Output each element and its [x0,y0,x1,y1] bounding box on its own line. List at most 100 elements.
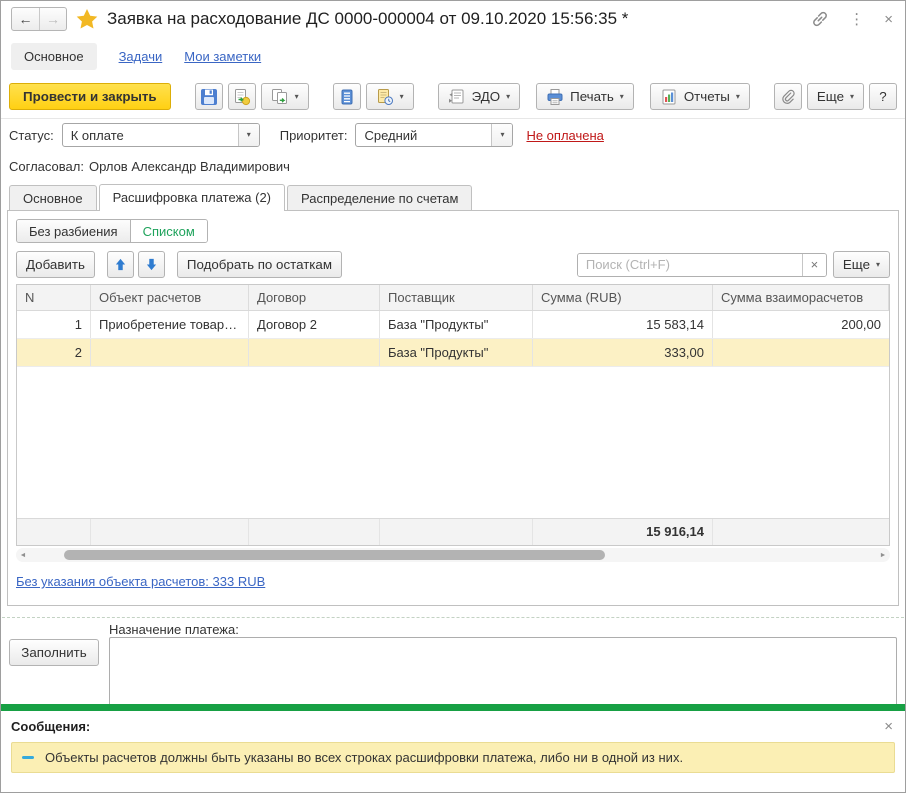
arrow-up-icon [114,258,127,271]
payment-purpose-input[interactable] [109,637,897,704]
move-down-button[interactable] [137,251,165,278]
messages-divider[interactable] [1,704,905,711]
table-row[interactable]: 1 Приобретение товаро... Договор 2 База … [17,311,889,339]
toolbar-more-button[interactable]: Еще ▾ [806,83,865,110]
priority-label: Приоритет: [279,127,348,143]
reports-label: Отчеты [683,89,730,104]
priority-value: Средний [364,127,418,143]
scrollbar-track[interactable] [30,550,876,560]
cell-sum: 15 583,14 [533,311,713,338]
chevron-down-icon: ▾ [619,91,624,101]
tab-accounts-distribution[interactable]: Распределение по счетам [287,185,473,210]
forward-icon: → [46,11,60,27]
nav-item-main[interactable]: Основное [11,42,97,70]
payment-purpose-label: Назначение платежа: [109,622,239,637]
fill-button[interactable]: Заполнить [9,639,99,666]
scroll-left-icon[interactable]: ◄ [16,552,30,559]
chevron-down-icon: ▾ [399,91,404,101]
page-title: Заявка на расходование ДС 0000-000004 от… [107,9,629,28]
message-item[interactable]: Объекты расчетов должны быть указаны во … [11,742,895,773]
reports-button[interactable]: Отчеты ▾ [649,83,750,110]
message-text: Объекты расчетов должны быть указаны во … [45,750,684,765]
chevron-down-icon: ▾ [875,259,880,269]
table-more-button[interactable]: Еще ▾ [832,251,890,278]
messages-close-icon[interactable]: × [884,719,893,734]
create-based-on-button[interactable]: ▾ [260,83,309,110]
status-dropdown-button[interactable]: ▾ [237,124,259,146]
col-header-supplier[interactable]: Поставщик [380,285,533,310]
col-header-n[interactable]: N [17,285,91,310]
link-icon[interactable] [811,10,829,28]
toggle-no-split[interactable]: Без разбиения [17,220,130,242]
move-up-button[interactable] [106,251,134,278]
cell-supplier: База "Продукты" [380,311,533,338]
total-sum: 15 916,14 [533,519,713,545]
cell-object: Приобретение товаро... [91,311,249,338]
add-row-button[interactable]: Добавить [16,251,95,278]
horizontal-scrollbar[interactable]: ◄ ► [16,548,890,562]
table-row-selected[interactable]: 2 База "Продукты" 333,00 [17,339,889,367]
col-header-mutual[interactable]: Сумма взаиморасчетов [713,285,889,310]
cell-contract [249,339,380,366]
col-header-contract[interactable]: Договор [249,285,380,310]
col-header-sum[interactable]: Сумма (RUB) [533,285,713,310]
table-more-label: Еще [842,257,870,272]
paperclip-icon [780,89,796,105]
chevron-down-icon: ▾ [506,91,511,101]
back-button[interactable]: ← [12,8,39,30]
edo-button[interactable]: ЭДО ▾ [437,83,521,110]
not-paid-link[interactable]: Не оплачена [526,128,603,143]
cell-object [91,339,249,366]
col-header-object[interactable]: Объект расчетов [91,285,249,310]
status-row: Статус: К оплате ▾ Приоритет: Средний ▾ … [1,119,905,151]
edo-icon [448,88,466,106]
more-menu-icon[interactable]: ⋮ [849,12,864,27]
status-select[interactable]: К оплате ▾ [61,123,260,147]
save-button[interactable] [194,83,223,110]
chevron-down-icon: ▾ [246,130,251,139]
search-clear-button[interactable]: × [801,253,826,276]
post-and-close-button[interactable]: Провести и закрыть [9,83,171,110]
scroll-right-icon[interactable]: ► [876,552,890,559]
back-icon: ← [18,11,33,27]
document-window: ← → Заявка на расходование ДС 0000-00000… [0,0,906,793]
dash-icon [22,756,34,759]
print-button[interactable]: Печать ▾ [536,83,634,110]
scrollbar-thumb[interactable] [63,550,606,560]
pick-by-balance-button[interactable]: Подобрать по остаткам [176,251,342,278]
table-toolbar: Добавить Подобрать по остаткам × Еще ▾ [16,251,890,278]
forward-button[interactable]: → [39,8,66,30]
priority-dropdown-button[interactable]: ▾ [491,124,513,146]
create-based-on-icon [271,88,289,106]
more-label: Еще [816,89,845,104]
attachments-button[interactable] [773,83,802,110]
cell-sum: 333,00 [533,339,713,366]
toggle-list[interactable]: Списком [129,220,207,242]
nav-item-notes[interactable]: Мои заметки [184,49,261,64]
cell-n: 2 [17,339,91,366]
section-splitter[interactable] [2,606,904,618]
no-object-link[interactable]: Без указания объекта расчетов: 333 RUB [16,574,265,589]
priority-select[interactable]: Средний ▾ [355,123,514,147]
document-history-button[interactable]: ▾ [365,83,414,110]
cell-n: 1 [17,311,91,338]
register-records-button[interactable] [332,83,361,110]
chevron-down-icon: ▾ [850,91,855,101]
tab-payment-decode[interactable]: Расшифровка платежа (2) [98,184,286,211]
document-tabs: Основное Расшифровка платежа (2) Распред… [1,181,905,211]
search-input[interactable] [577,253,802,276]
nav-item-tasks[interactable]: Задачи [119,49,163,64]
messages-header: Сообщения: [11,719,91,734]
navigation-panel: Основное Задачи Мои заметки [1,37,905,75]
tab-main[interactable]: Основное [9,185,97,210]
print-icon [546,88,564,106]
search-box: × [576,252,827,277]
edo-label: ЭДО [471,89,501,104]
close-icon[interactable]: × [884,12,893,27]
post-button[interactable] [227,83,256,110]
link-row: Без указания объекта расчетов: 333 RUB [16,574,890,589]
star-icon[interactable] [76,8,98,30]
payment-decode-table: N Объект расчетов Договор Поставщик Сумм… [16,284,890,546]
help-button[interactable]: ? [869,83,897,110]
cell-contract: Договор 2 [249,311,380,338]
